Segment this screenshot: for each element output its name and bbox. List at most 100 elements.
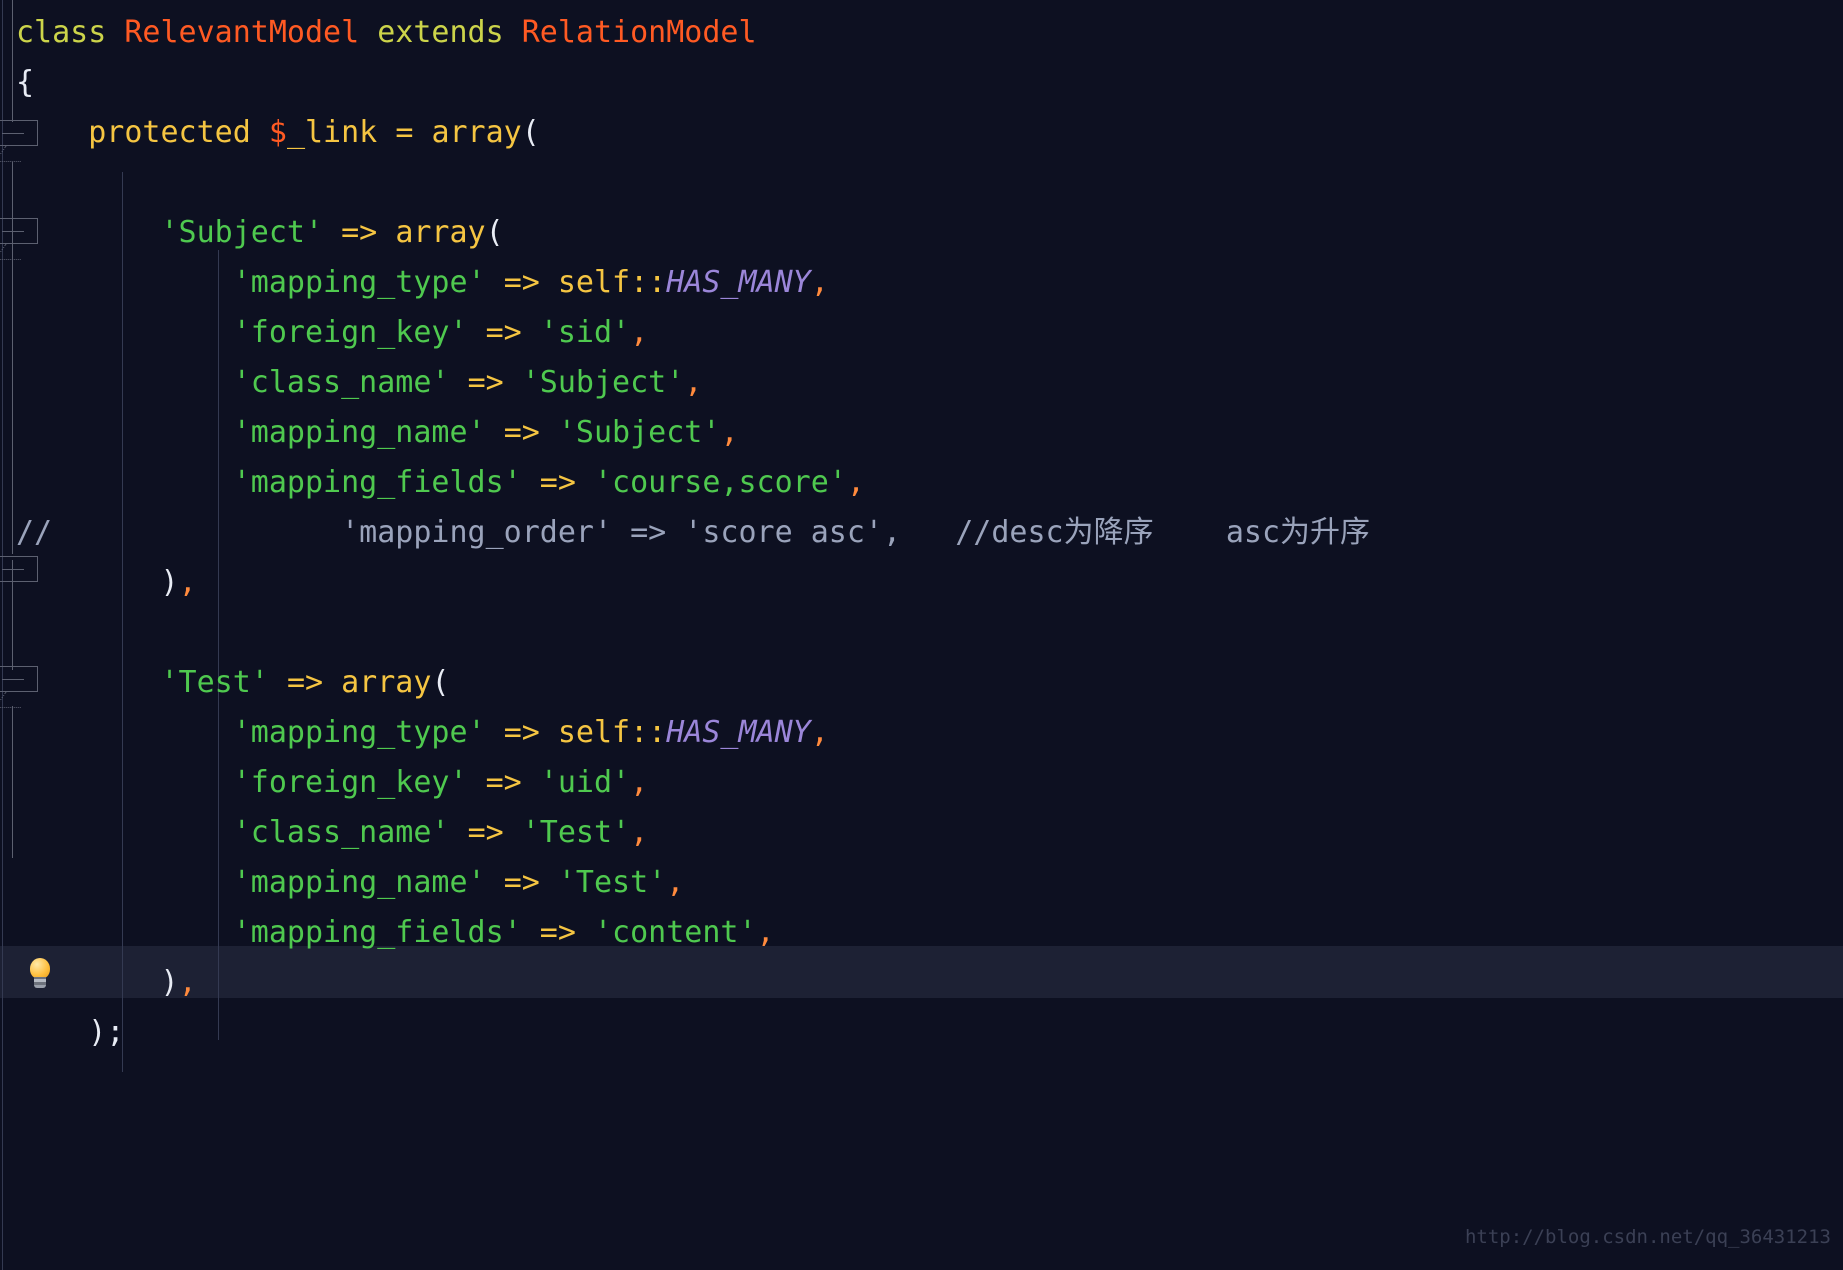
code-token: { bbox=[16, 65, 35, 100]
code-token: ) bbox=[88, 1015, 107, 1050]
lightbulb-glass bbox=[30, 958, 50, 979]
code-token: 'course,score' bbox=[593, 465, 847, 500]
code-token: 'Test' bbox=[521, 815, 631, 850]
code-line[interactable] bbox=[0, 158, 1843, 208]
code-editor[interactable]: class RelevantModel extends RelationMode… bbox=[0, 0, 1843, 1270]
code-token: 'class_name' bbox=[232, 365, 450, 400]
code-line[interactable]: 'mapping_type' => self::HAS_MANY, bbox=[0, 708, 1843, 758]
code-token: => bbox=[503, 415, 540, 450]
code-line[interactable]: 'foreign_key' => 'sid', bbox=[0, 308, 1843, 358]
code-line[interactable]: class RelevantModel extends RelationMode… bbox=[0, 8, 1843, 58]
code-line[interactable]: // 'mapping_order' => 'score asc', //des… bbox=[0, 508, 1843, 558]
code-line[interactable]: ), bbox=[0, 958, 1843, 1008]
watermark: http://blog.csdn.net/qq_36431213 bbox=[1464, 1226, 1831, 1248]
code-token: => bbox=[467, 815, 504, 850]
code-line[interactable]: 'mapping_name' => 'Test', bbox=[0, 858, 1843, 908]
code-token: _link bbox=[286, 115, 378, 150]
code-token: => bbox=[539, 915, 576, 950]
code-token: 'mapping_fields' bbox=[232, 465, 522, 500]
code-line[interactable]: 'mapping_fields' => 'course,score', bbox=[0, 458, 1843, 508]
code-token: , bbox=[684, 365, 703, 400]
code-line[interactable]: 'class_name' => 'Subject', bbox=[0, 358, 1843, 408]
code-token: array bbox=[395, 215, 486, 250]
code-line[interactable] bbox=[0, 608, 1843, 658]
code-line[interactable]: 'mapping_name' => 'Subject', bbox=[0, 408, 1843, 458]
code-line[interactable]: { bbox=[0, 58, 1843, 108]
code-token: => bbox=[485, 765, 522, 800]
code-line[interactable]: 'mapping_type' => self::HAS_MANY, bbox=[0, 258, 1843, 308]
code-token: array bbox=[431, 115, 522, 150]
code-token: => bbox=[539, 465, 576, 500]
code-token: array bbox=[341, 665, 432, 700]
code-token: , bbox=[810, 715, 829, 750]
code-token: , bbox=[630, 315, 649, 350]
code-token: 'content' bbox=[593, 915, 757, 950]
code-line[interactable]: ), bbox=[0, 558, 1843, 608]
lightbulb-icon[interactable] bbox=[26, 958, 54, 990]
code-token: 'Subject' bbox=[557, 415, 721, 450]
code-token: 'Test' bbox=[557, 865, 667, 900]
code-token: 'uid' bbox=[539, 765, 631, 800]
code-token: 'mapping_type' bbox=[232, 715, 486, 750]
code-token: 'foreign_key' bbox=[232, 765, 468, 800]
code-token: => bbox=[503, 715, 540, 750]
code-token: , bbox=[178, 565, 197, 600]
code-token: => bbox=[341, 215, 378, 250]
code-token: , bbox=[630, 765, 649, 800]
code-token: 'mapping_order' => 'score asc', //desc为降… bbox=[52, 515, 1371, 550]
code-line[interactable]: 'foreign_key' => 'uid', bbox=[0, 758, 1843, 808]
code-token: => bbox=[467, 365, 504, 400]
code-token: class bbox=[16, 15, 107, 50]
code-token: , bbox=[666, 865, 685, 900]
code-line[interactable]: ); bbox=[0, 1008, 1843, 1058]
code-token: // bbox=[16, 515, 53, 550]
code-line[interactable]: 'Test' => array( bbox=[0, 658, 1843, 708]
code-token: self bbox=[557, 715, 631, 750]
lightbulb-base bbox=[34, 977, 46, 988]
code-token: 'mapping_fields' bbox=[232, 915, 522, 950]
code-token: RelevantModel bbox=[124, 15, 360, 50]
code-line[interactable]: 'mapping_fields' => 'content', bbox=[0, 908, 1843, 958]
code-token: ( bbox=[431, 665, 450, 700]
code-token: 'foreign_key' bbox=[232, 315, 468, 350]
code-token: HAS_MANY bbox=[666, 715, 811, 750]
code-line[interactable]: 'Subject' => array( bbox=[0, 208, 1843, 258]
code-token: , bbox=[846, 465, 865, 500]
code-line[interactable]: protected $_link = array( bbox=[0, 108, 1843, 158]
code-token: ( bbox=[485, 215, 504, 250]
code-token: self bbox=[557, 265, 631, 300]
code-token: 'Subject' bbox=[521, 365, 685, 400]
code-token: , bbox=[178, 965, 197, 1000]
code-line[interactable]: 'class_name' => 'Test', bbox=[0, 808, 1843, 858]
